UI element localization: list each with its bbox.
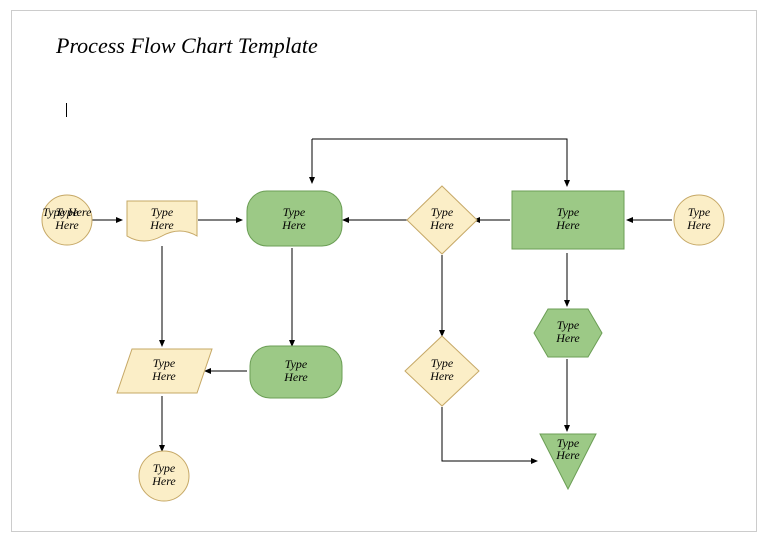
svg-text:TypeHere: TypeHere bbox=[555, 318, 580, 345]
svg-text:TypeHere: TypeHere bbox=[54, 205, 79, 232]
svg-text:TypeHere: TypeHere bbox=[281, 205, 306, 232]
svg-text:TypeHere: TypeHere bbox=[555, 436, 580, 462]
flow-circle[interactable]: Type Here TypeHere bbox=[42, 195, 92, 245]
svg-text:TypeHere: TypeHere bbox=[555, 205, 580, 232]
flow-circle[interactable]: TypeHere Type Here bbox=[674, 195, 724, 245]
svg-text:TypeHere: TypeHere bbox=[283, 357, 308, 384]
flow-process[interactable]: TypeHere Type Here bbox=[512, 191, 624, 249]
arrow-dia2-to-tri bbox=[442, 407, 537, 461]
flow-preparation[interactable]: TypeHere Type Here bbox=[534, 309, 602, 357]
flow-decision[interactable]: TypeHere Type Here bbox=[405, 336, 479, 406]
svg-text:TypeHere: TypeHere bbox=[151, 356, 176, 383]
flowchart-svg: Type Here TypeHere TypeHere Type Here Ty… bbox=[12, 11, 756, 531]
flow-process-rounded[interactable]: TypeHere Type Here bbox=[247, 191, 342, 246]
flow-document[interactable]: TypeHere Type Here bbox=[127, 201, 197, 241]
flow-data[interactable]: TypeHere Type Here bbox=[117, 349, 212, 393]
flow-circle[interactable]: TypeHere Type Here bbox=[139, 451, 189, 501]
svg-text:TypeHere: TypeHere bbox=[151, 461, 176, 488]
canvas: Process Flow Chart Template bbox=[11, 10, 757, 532]
arrow-top-to-rect bbox=[312, 139, 567, 186]
flow-merge[interactable]: TypeHere Type Here bbox=[540, 434, 596, 489]
svg-text:TypeHere: TypeHere bbox=[429, 205, 454, 232]
flow-decision[interactable]: TypeHere Type Here bbox=[407, 186, 477, 254]
svg-text:TypeHere: TypeHere bbox=[429, 356, 454, 383]
svg-text:TypeHere: TypeHere bbox=[149, 205, 174, 232]
flow-process-rounded[interactable]: TypeHere Type Here bbox=[250, 346, 342, 398]
svg-text:TypeHere: TypeHere bbox=[686, 205, 711, 232]
